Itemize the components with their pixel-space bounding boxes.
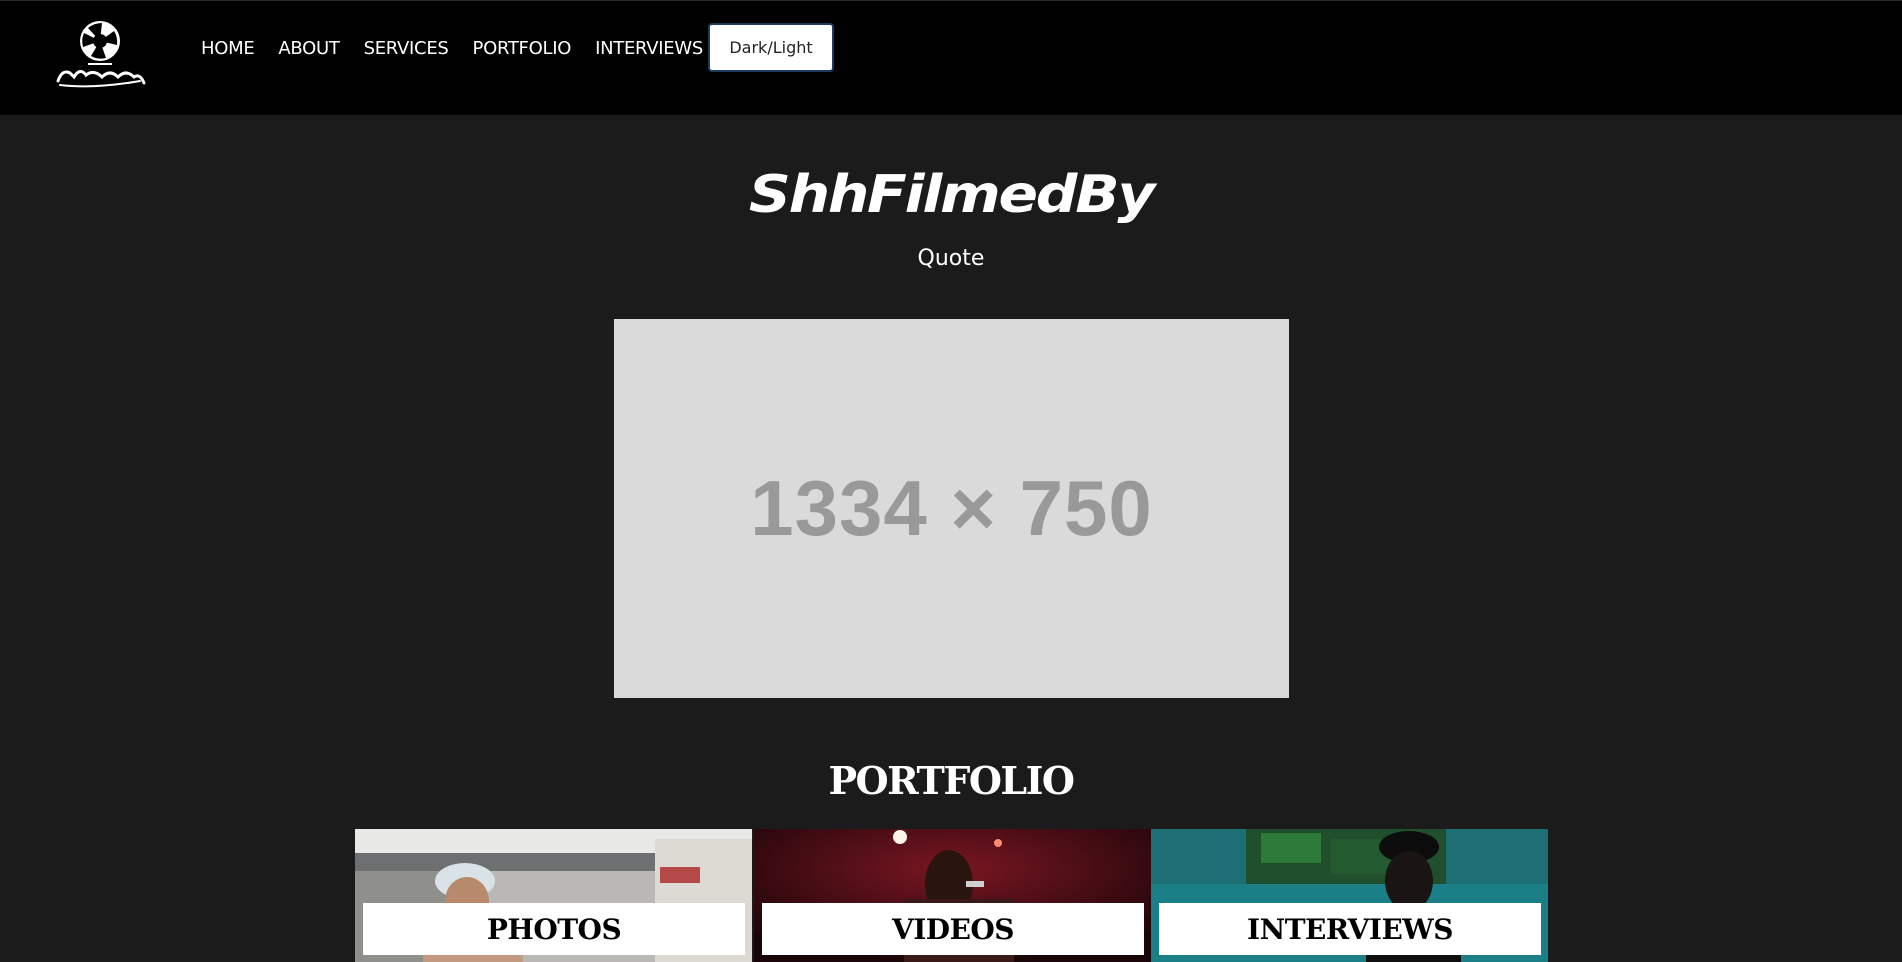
portfolio-cards: PHOTOS VIDEOS INTERVIEWS (355, 829, 1550, 962)
site-title: ShhFilmedBy (748, 165, 1155, 225)
placeholder-dimensions-text: 1334 × 750 (750, 464, 1153, 552)
portfolio-card-videos[interactable]: VIDEOS (754, 829, 1151, 962)
portfolio-heading: PORTFOLIO (828, 758, 1075, 803)
main-nav: HOME ABOUT SERVICES PORTFOLIO INTERVIEWS (201, 38, 715, 60)
nav-portfolio-link[interactable]: PORTFOLIO (473, 38, 572, 60)
nav-home-link[interactable]: HOME (201, 38, 255, 60)
interviews-card-label: INTERVIEWS (1159, 903, 1541, 955)
portfolio-card-photos[interactable]: PHOTOS (355, 829, 752, 962)
photos-card-label: PHOTOS (363, 903, 745, 955)
nav-about-link[interactable]: ABOUT (278, 38, 339, 60)
videos-card-label: VIDEOS (762, 903, 1144, 955)
nav-services-link[interactable]: SERVICES (364, 38, 449, 60)
theme-toggle-button[interactable]: Dark/Light (708, 23, 834, 72)
top-navigation-bar: HOME ABOUT SERVICES PORTFOLIO INTERVIEWS… (0, 0, 1902, 115)
nav-interviews-link[interactable]: INTERVIEWS (595, 38, 703, 60)
shutter-logo-icon[interactable] (54, 19, 146, 91)
portfolio-card-interviews[interactable]: INTERVIEWS (1151, 829, 1548, 962)
hero-placeholder-image: 1334 × 750 (614, 319, 1289, 698)
hero-quote: Quote (917, 246, 985, 271)
